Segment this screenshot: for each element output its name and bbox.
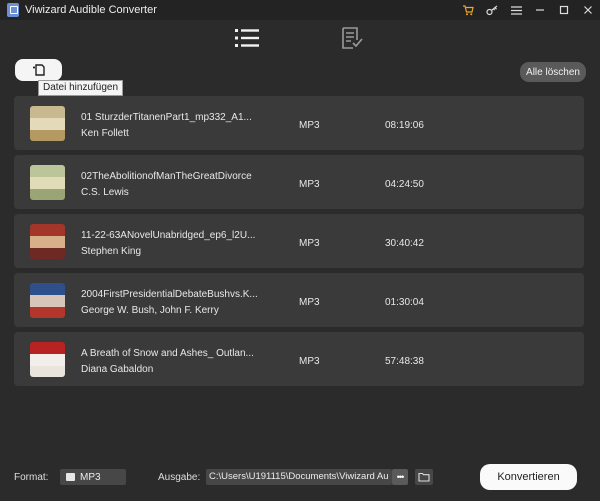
book-cover [30,342,65,377]
add-file-tooltip: Datei hinzufügen [38,80,124,96]
file-duration: 01:30:04 [385,297,424,308]
output-path-field[interactable]: C:\Users\U191115\Documents\Viwizard Au [206,469,392,485]
maximize-icon[interactable] [552,0,576,20]
tab-converting-list[interactable] [233,24,261,52]
file-title: 02TheAbolitionofManTheGreatDivorce [81,171,252,182]
file-author: Stephen King [81,246,142,257]
file-author: Diana Gabaldon [81,364,154,375]
file-list: 01 SturzderTitanenPart1_mp332_A1... Ken … [14,96,584,389]
file-author: C.S. Lewis [81,187,129,198]
title-bar: Viwizard Audible Converter [0,0,600,20]
format-icon [66,473,75,481]
cart-icon[interactable] [456,0,480,20]
format-select[interactable]: MP3 [60,469,126,485]
file-row[interactable]: 01 SturzderTitanenPart1_mp332_A1... Ken … [14,96,584,150]
file-row[interactable]: A Breath of Snow and Ashes_ Outlan... Di… [14,332,584,386]
app-logo-icon [7,3,19,17]
file-format: MP3 [299,356,320,367]
book-cover [30,165,65,200]
format-label: Format: [14,472,49,483]
key-icon[interactable] [480,0,504,20]
file-format: MP3 [299,238,320,249]
file-duration: 04:24:50 [385,179,424,190]
file-title: A Breath of Snow and Ashes_ Outlan... [81,348,254,359]
window-controls [456,0,600,20]
file-row[interactable]: 02TheAbolitionofManTheGreatDivorce C.S. … [14,155,584,209]
format-value: MP3 [80,471,101,483]
file-format: MP3 [299,179,320,190]
app-title: Viwizard Audible Converter [25,4,157,16]
converted-checklist-icon [342,27,363,49]
convert-button[interactable]: Konvertieren [480,464,577,490]
minimize-icon[interactable] [528,0,552,20]
list-icon [235,29,259,47]
book-cover [30,106,65,141]
file-duration: 08:19:06 [385,120,424,131]
add-file-icon [32,64,45,76]
output-label: Ausgabe: [158,472,201,483]
open-folder-button[interactable] [415,469,433,485]
file-duration: 57:48:38 [385,356,424,367]
tab-converted[interactable] [338,24,366,52]
book-cover [30,283,65,318]
file-title: 01 SturzderTitanenPart1_mp332_A1... [81,112,252,123]
file-title: 11-22-63ANovelUnabridged_ep6_l2U... [81,230,256,241]
clear-all-button[interactable]: Alle löschen [520,62,586,82]
book-cover [30,224,65,259]
file-row[interactable]: 2004FirstPresidentialDebateBushvs.K... G… [14,273,584,327]
close-icon[interactable] [576,0,600,20]
file-format: MP3 [299,297,320,308]
file-author: George W. Bush, John F. Kerry [81,305,219,316]
file-format: MP3 [299,120,320,131]
add-file-button[interactable] [15,59,62,81]
file-title: 2004FirstPresidentialDebateBushvs.K... [81,289,258,300]
browse-button[interactable]: ••• [392,469,408,485]
file-duration: 30:40:42 [385,238,424,249]
top-navigation [0,20,600,56]
file-author: Ken Follett [81,128,129,139]
folder-icon [418,472,430,482]
file-row[interactable]: 11-22-63ANovelUnabridged_ep6_l2U... Step… [14,214,584,268]
bottom-bar: Format: MP3 Ausgabe: C:\Users\U191115\Do… [0,452,600,501]
menu-icon[interactable] [504,0,528,20]
